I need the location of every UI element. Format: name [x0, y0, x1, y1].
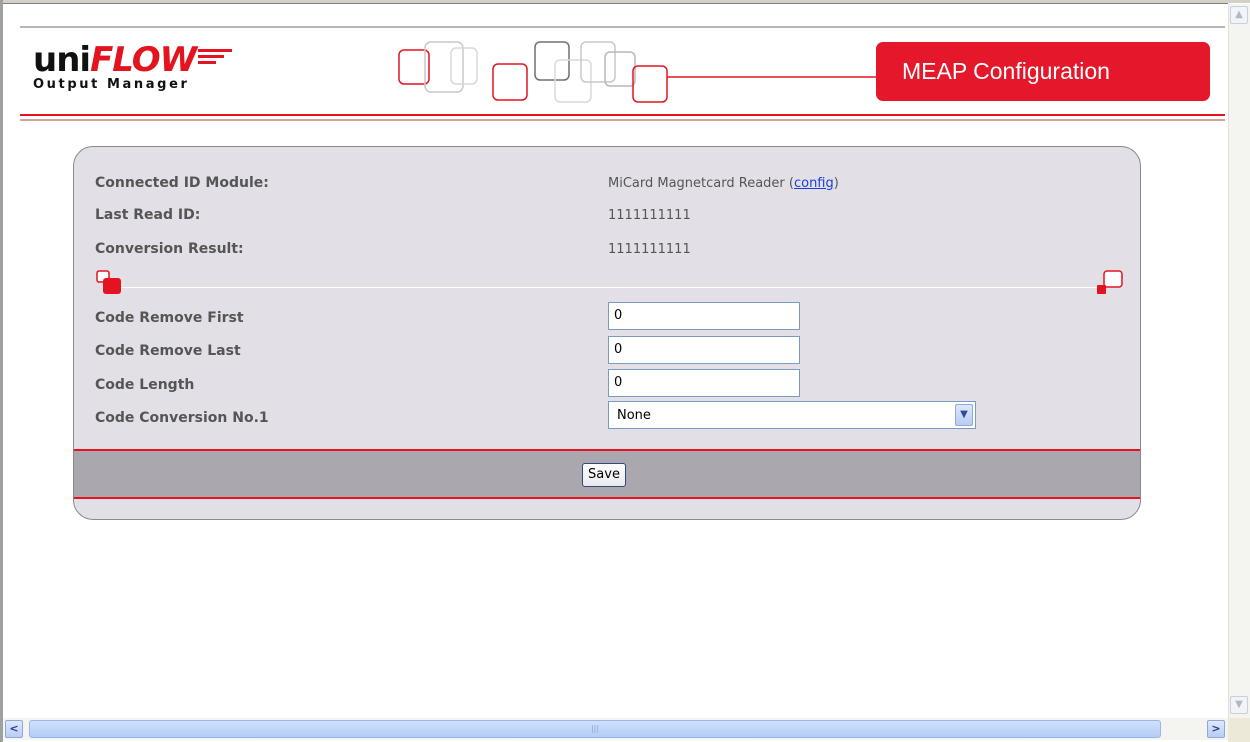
- code-remove-last-input[interactable]: 0: [608, 336, 800, 364]
- header-decoration: [395, 38, 877, 108]
- code-remove-first-label: Code Remove First: [95, 310, 244, 326]
- chevron-down-icon[interactable]: ▼: [955, 404, 973, 426]
- connected-module-text: MiCard Magnetcard Reader (: [608, 176, 794, 191]
- last-read-id-label: Last Read ID:: [95, 207, 201, 223]
- conversion-result-label: Conversion Result:: [95, 241, 244, 257]
- window-frame-left: [0, 0, 3, 742]
- header-pink-rule: [20, 119, 1225, 121]
- decorative-squares-icon: [398, 41, 877, 103]
- logo-brand: FLOW: [90, 40, 197, 80]
- section-divider: [104, 287, 1104, 288]
- code-conversion-selected: None: [617, 408, 651, 423]
- window-frame-inner: [3, 3, 1228, 4]
- code-conversion-select[interactable]: None ▼: [608, 401, 976, 429]
- code-remove-last-label: Code Remove Last: [95, 343, 241, 359]
- code-length-input[interactable]: 0: [608, 369, 800, 397]
- header-red-rule: [20, 114, 1225, 116]
- configuration-panel: Connected ID Module: MiCard Magnetcard R…: [73, 146, 1141, 520]
- connected-module-value: MiCard Magnetcard Reader (config): [608, 176, 839, 191]
- divider-corner-right-icon: [1097, 270, 1123, 294]
- logo-wordmark: uniFLOW: [33, 43, 263, 77]
- page-title: MEAP Configuration: [876, 42, 1210, 101]
- last-read-id-value: 1111111111: [608, 208, 691, 223]
- connected-module-label: Connected ID Module:: [95, 175, 269, 191]
- logo-prefix: uni: [33, 40, 91, 80]
- scrollbar-corner: [1228, 718, 1250, 742]
- horizontal-scrollbar[interactable]: < ||| >: [3, 718, 1228, 740]
- conversion-result-value: 1111111111: [608, 242, 691, 257]
- vertical-scrollbar[interactable]: ▲ ▼: [1228, 4, 1250, 718]
- logo-speed-lines-icon: [198, 43, 234, 67]
- logo-subtitle: Output Manager: [33, 77, 190, 92]
- header-top-rule: [20, 26, 1225, 28]
- arrow-left-icon[interactable]: <: [5, 720, 23, 738]
- divider-corner-left-icon: [96, 270, 121, 294]
- code-length-label: Code Length: [95, 377, 195, 393]
- arrow-down-icon[interactable]: ▼: [1230, 696, 1248, 714]
- horizontal-scroll-thumb[interactable]: |||: [29, 720, 1161, 738]
- save-button[interactable]: Save: [582, 463, 626, 487]
- code-conversion-label: Code Conversion No.1: [95, 410, 269, 426]
- arrow-up-icon[interactable]: ▲: [1230, 6, 1248, 24]
- save-bar: Save: [74, 449, 1140, 499]
- uniflow-logo: uniFLOW Output Manager: [33, 43, 263, 103]
- arrow-right-icon[interactable]: >: [1207, 720, 1225, 738]
- config-link[interactable]: config: [794, 176, 834, 191]
- code-remove-first-input[interactable]: 0: [608, 302, 800, 330]
- connected-module-suffix: ): [833, 176, 839, 191]
